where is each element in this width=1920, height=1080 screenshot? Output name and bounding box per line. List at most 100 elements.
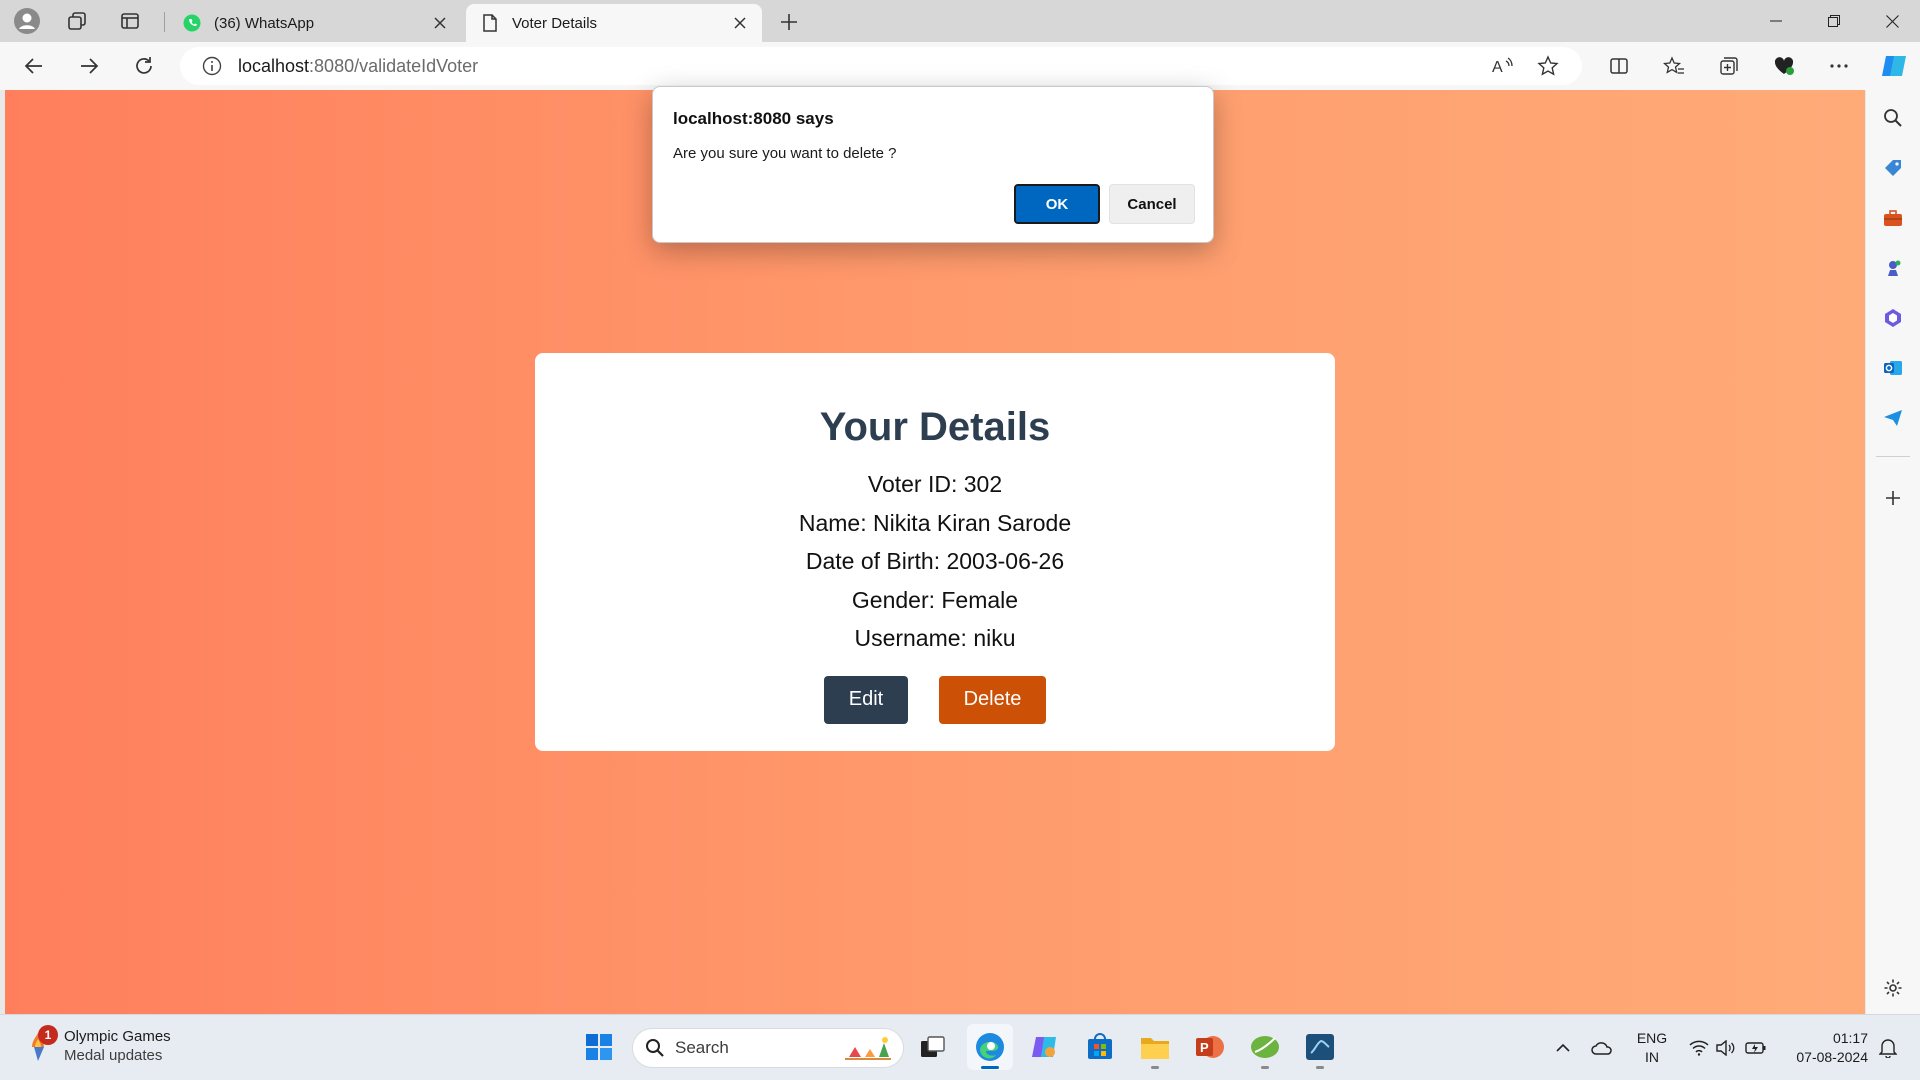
start-button[interactable] <box>576 1024 622 1070</box>
show-hidden-icons-button[interactable] <box>1548 1015 1578 1080</box>
sidebar-settings-button[interactable] <box>1875 970 1911 1006</box>
workspaces-button[interactable] <box>59 4 95 38</box>
sidebar-add-button[interactable] <box>1875 480 1911 516</box>
store-icon <box>1088 1033 1112 1059</box>
close-tab-icon[interactable] <box>726 9 754 37</box>
star-icon <box>1537 55 1559 76</box>
settings-more-button[interactable] <box>1821 49 1857 83</box>
voter-name: Name: Nikita Kiran Sarode <box>798 509 1072 536</box>
search-highlight-icon <box>841 1033 895 1063</box>
heart-pulse-icon <box>1774 57 1794 75</box>
taskbar-mysql-workbench[interactable] <box>1297 1024 1343 1070</box>
back-button[interactable] <box>16 49 52 83</box>
split-screen-icon <box>1610 58 1628 74</box>
toolbox-icon <box>1884 210 1902 226</box>
collections-button[interactable] <box>1711 49 1747 83</box>
taskbar-copilot[interactable] <box>1022 1024 1068 1070</box>
minimize-icon <box>1770 20 1782 22</box>
gender: Gender: Female <box>851 586 1019 613</box>
search-placeholder: Search <box>675 1038 729 1057</box>
favorites-icon <box>1663 56 1684 74</box>
svg-text:P: P <box>1200 1040 1209 1055</box>
sidebar-games-button[interactable] <box>1875 250 1911 286</box>
sidebar-outlook-button[interactable] <box>1875 350 1911 386</box>
dialog-message: Are you sure you want to delete ? <box>673 145 897 162</box>
confirm-dialog: localhost:8080 says Are you sure you wan… <box>652 86 1214 243</box>
wifi-button[interactable] <box>1684 1015 1714 1080</box>
tab-strip: (36) WhatsApp Voter Details <box>0 0 1920 42</box>
sidebar-microsoft365-button[interactable] <box>1875 300 1911 336</box>
notification-badge: 1 <box>38 1025 58 1045</box>
forward-button[interactable] <box>71 49 107 83</box>
news-subtitle: Medal updates <box>64 1047 163 1064</box>
taskbar-spring-tool[interactable] <box>1242 1024 1288 1070</box>
copilot-icon <box>1882 56 1906 76</box>
search-icon <box>645 1038 665 1058</box>
language-code: ENG <box>1636 1030 1668 1046</box>
news-widget[interactable]: 1 Olympic Games Medal updates <box>24 1025 171 1065</box>
card-actions: Edit Delete <box>535 675 1335 724</box>
chess-icon <box>1888 260 1901 276</box>
windows-icon <box>586 1034 612 1060</box>
browser-essentials-button[interactable] <box>1766 49 1802 83</box>
more-icon <box>1830 64 1848 68</box>
close-icon <box>1885 14 1899 28</box>
split-screen-button[interactable] <box>1601 49 1637 83</box>
close-tab-icon[interactable] <box>426 9 454 37</box>
task-view-button[interactable] <box>910 1024 956 1070</box>
spring-leaf-icon <box>1251 1036 1279 1058</box>
system-clock[interactable]: 01:17 07-08-2024 <box>1778 1029 1868 1067</box>
page-icon <box>480 13 500 33</box>
username: Username: niku <box>854 625 1016 651</box>
sidebar-search-button[interactable] <box>1875 100 1911 136</box>
workbench-icon <box>1306 1034 1334 1060</box>
sidebar-shopping-button[interactable] <box>1875 150 1911 186</box>
tab-whatsapp[interactable]: (36) WhatsApp <box>168 4 462 42</box>
whatsapp-icon <box>182 13 202 33</box>
tab-voter-details[interactable]: Voter Details <box>466 4 762 42</box>
refresh-button[interactable] <box>126 49 162 83</box>
plus-icon <box>1886 491 1900 505</box>
profile-icon <box>14 8 40 34</box>
read-aloud-button[interactable]: A <box>1485 49 1521 83</box>
sidebar-drop-button[interactable] <box>1875 400 1911 436</box>
send-icon <box>1884 410 1902 426</box>
vertical-tabs-button[interactable] <box>112 4 148 38</box>
outlook-icon <box>1884 361 1902 375</box>
voter-id: Voter ID: 302 <box>867 471 1003 497</box>
favorite-button[interactable] <box>1530 49 1566 83</box>
speaker-icon <box>1716 1040 1735 1056</box>
tab-title: Voter Details <box>512 14 598 32</box>
tag-icon <box>1885 160 1901 176</box>
svg-text:A: A <box>1492 59 1503 76</box>
notifications-button[interactable] <box>1872 1015 1904 1080</box>
taskbar-search[interactable]: Search <box>632 1028 904 1068</box>
language-indicator[interactable]: ENG IN <box>1634 1029 1670 1067</box>
taskbar-powerpoint[interactable]: P <box>1187 1024 1233 1070</box>
read-aloud-icon: A <box>1492 57 1513 76</box>
delete-button[interactable]: Delete <box>939 675 1046 724</box>
volume-button[interactable] <box>1712 1015 1740 1080</box>
restore-button[interactable] <box>1806 0 1862 42</box>
ok-button[interactable]: OK <box>1014 184 1100 224</box>
sidebar-tools-button[interactable] <box>1875 200 1911 236</box>
onedrive-button[interactable] <box>1586 1015 1618 1080</box>
favorites-button[interactable] <box>1656 49 1692 83</box>
taskbar-store[interactable] <box>1077 1024 1123 1070</box>
new-tab-button[interactable] <box>772 6 806 38</box>
close-window-button[interactable] <box>1864 0 1920 42</box>
plus-icon <box>781 14 797 30</box>
info-icon[interactable] <box>194 56 230 76</box>
copilot-button[interactable] <box>1876 49 1912 83</box>
powerpoint-icon: P <box>1196 1036 1224 1058</box>
cancel-button[interactable]: Cancel <box>1109 184 1195 224</box>
profile-button[interactable] <box>9 4 45 38</box>
taskbar-file-explorer[interactable] <box>1132 1024 1178 1070</box>
battery-button[interactable] <box>1740 1015 1772 1080</box>
minimize-button[interactable] <box>1748 0 1804 42</box>
taskbar-edge[interactable] <box>967 1024 1013 1070</box>
edit-button[interactable]: Edit <box>824 675 908 724</box>
copilot-icon <box>1032 1037 1056 1057</box>
address-bar[interactable]: localhost:8080/validateIdVoter A <box>180 47 1582 85</box>
edge-sidebar <box>1866 90 1920 1014</box>
